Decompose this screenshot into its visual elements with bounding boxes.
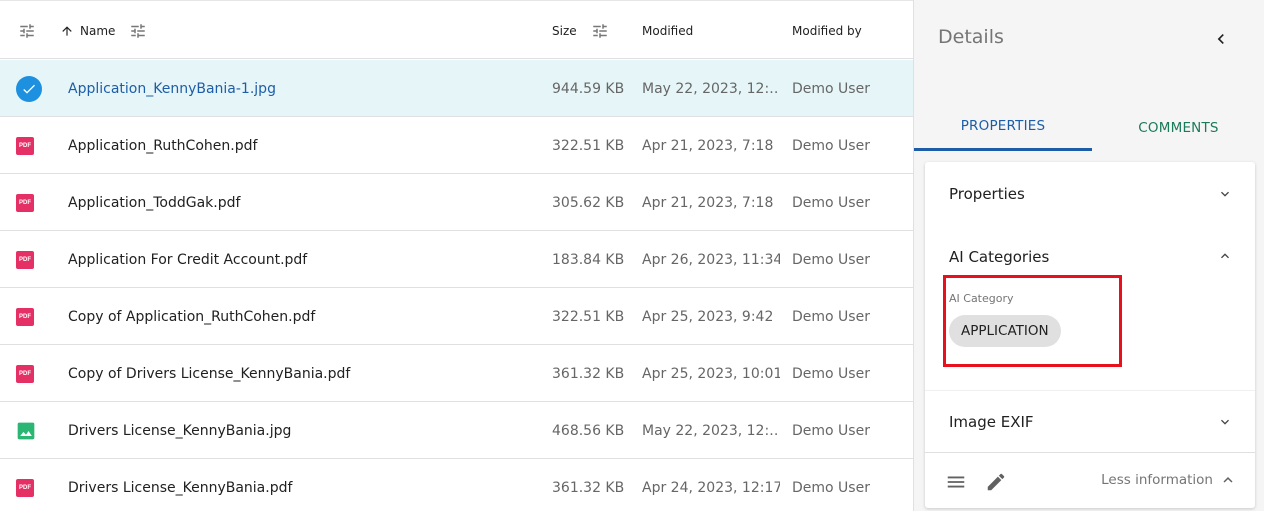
file-size: 944.59 KB: [552, 80, 625, 97]
file-modified-by: Demo User: [792, 80, 870, 97]
chevron-up-icon: [1221, 253, 1229, 259]
file-name[interactable]: Drivers License_KennyBania.jpg: [68, 402, 538, 459]
column-name-label: Name: [80, 23, 116, 38]
table-row[interactable]: PDF Application For Credit Account.pdf 183…: [0, 231, 913, 288]
tab-comments[interactable]: COMMENTS: [1092, 104, 1264, 151]
ai-category-label: AI Category: [949, 292, 1014, 305]
details-title: Details: [938, 26, 1004, 48]
file-name[interactable]: Application_RuthCohen.pdf: [68, 117, 538, 174]
file-modified-by: Demo User: [792, 308, 870, 325]
pdf-icon: PDF: [16, 478, 34, 497]
pdf-icon: PDF: [16, 193, 34, 212]
column-filter-button[interactable]: [18, 2, 36, 59]
table-row[interactable]: PDF Application_RuthCohen.pdf 322.51 KB Apr…: [0, 117, 913, 174]
details-footer: Less information: [925, 452, 1255, 508]
file-size: 322.51 KB: [552, 137, 625, 154]
row-icon: [16, 402, 42, 459]
image-icon: [17, 422, 35, 439]
details-tabs: PROPERTIES COMMENTS: [914, 104, 1264, 151]
tune-icon: [20, 23, 34, 38]
file-name[interactable]: Application_ToddGak.pdf: [68, 174, 538, 231]
chevron-left-icon: [1217, 34, 1224, 44]
file-modified-by: Demo User: [792, 365, 870, 382]
table-row[interactable]: PDF Copy of Application_RuthCohen.pdf 322.…: [0, 288, 913, 345]
file-modified: May 22, 2023, 12:…: [642, 80, 780, 97]
file-modified: Apr 24, 2023, 12:17: [642, 479, 780, 496]
section-image-exif[interactable]: Image EXIF: [925, 390, 1255, 452]
table-row[interactable]: PDF Application_ToddGak.pdf 305.62 KB Apr 2…: [0, 174, 913, 231]
file-name[interactable]: Application_KennyBania-1.jpg: [68, 60, 538, 117]
file-modified-by: Demo User: [792, 479, 870, 496]
collapse-panel-button[interactable]: [1210, 28, 1232, 50]
details-card: Properties AI Categories AI Category APP…: [925, 162, 1255, 508]
row-icon: PDF: [16, 345, 42, 402]
pdf-icon: PDF: [16, 364, 34, 383]
file-list-header: Name Size Modified Modified by: [0, 2, 913, 59]
chevron-up-icon: [1223, 477, 1233, 483]
column-size-label: Size: [552, 23, 577, 38]
pdf-icon: PDF: [16, 136, 34, 155]
ai-category-chip[interactable]: APPLICATION: [949, 315, 1061, 347]
file-name[interactable]: Drivers License_KennyBania.pdf: [68, 459, 538, 511]
row-icon: PDF: [16, 231, 42, 288]
column-modified-by-label: Modified by: [792, 23, 862, 38]
table-row[interactable]: Drivers License_KennyBania.jpg 468.56 KB M…: [0, 402, 913, 459]
less-information-label: Less information: [1101, 472, 1213, 488]
file-modified-by: Demo User: [792, 251, 870, 268]
check-icon[interactable]: [16, 75, 42, 102]
column-header-modified[interactable]: Modified: [642, 2, 693, 59]
section-ai-categories-label: AI Categories: [949, 248, 1050, 266]
size-filter-icon[interactable]: [591, 22, 609, 40]
table-row[interactable]: PDF Copy of Drivers License_KennyBania.pd…: [0, 345, 913, 402]
file-size: 183.84 KB: [552, 251, 625, 268]
pdf-icon: PDF: [16, 250, 34, 269]
file-modified: May 22, 2023, 12:…: [642, 422, 780, 439]
section-image-exif-label: Image EXIF: [949, 412, 1034, 431]
file-size: 305.62 KB: [552, 194, 625, 211]
row-icon: PDF: [16, 174, 42, 231]
edit-icon[interactable]: [985, 471, 1007, 493]
name-filter-icon[interactable]: [129, 22, 147, 40]
file-modified: Apr 25, 2023, 10:01: [642, 365, 780, 382]
column-header-name[interactable]: Name: [60, 2, 147, 59]
tab-properties[interactable]: PROPERTIES: [914, 104, 1092, 151]
file-list: Name Size Modified Modified by Applicati…: [0, 0, 913, 511]
file-size: 361.32 KB: [552, 479, 625, 496]
file-modified-by: Demo User: [792, 137, 870, 154]
file-size: 468.56 KB: [552, 422, 625, 439]
file-modified-by: Demo User: [792, 422, 870, 439]
file-size: 361.32 KB: [552, 365, 625, 382]
details-panel: Details PROPERTIES COMMENTS Properties A…: [913, 0, 1264, 511]
app-root: Name Size Modified Modified by Applicati…: [0, 0, 1264, 511]
section-properties[interactable]: Properties: [925, 162, 1255, 226]
row-icon: PDF: [16, 288, 42, 345]
file-modified: Apr 21, 2023, 7:18: [642, 194, 774, 211]
file-modified: Apr 26, 2023, 11:34: [642, 251, 780, 268]
column-header-size[interactable]: Size: [552, 2, 609, 59]
menu-icon[interactable]: [945, 471, 967, 493]
pdf-icon: PDF: [16, 307, 34, 326]
file-name[interactable]: Copy of Drivers License_KennyBania.pdf: [68, 345, 538, 402]
chevron-down-icon: [1221, 191, 1229, 197]
column-modified-label: Modified: [642, 23, 694, 38]
column-header-modified-by[interactable]: Modified by: [792, 2, 862, 59]
sort-ascending-icon: [62, 25, 72, 36]
file-name[interactable]: Copy of Application_RuthCohen.pdf: [68, 288, 538, 345]
file-name[interactable]: Application For Credit Account.pdf: [68, 231, 538, 288]
file-modified-by: Demo User: [792, 194, 870, 211]
file-size: 322.51 KB: [552, 308, 625, 325]
section-properties-label: Properties: [949, 185, 1025, 203]
row-icon: [16, 60, 42, 117]
chevron-down-icon: [1221, 419, 1229, 425]
row-icon: PDF: [16, 117, 42, 174]
table-row[interactable]: PDF Drivers License_KennyBania.pdf 361.32 …: [0, 459, 913, 511]
file-modified: Apr 21, 2023, 7:18: [642, 137, 774, 154]
table-row[interactable]: Application_KennyBania-1.jpg 944.59 KB May…: [0, 60, 913, 117]
section-ai-categories[interactable]: AI Categories: [925, 226, 1255, 288]
row-icon: PDF: [16, 459, 42, 511]
file-modified: Apr 25, 2023, 9:42: [642, 308, 774, 325]
less-information-button[interactable]: Less information: [1101, 471, 1237, 489]
